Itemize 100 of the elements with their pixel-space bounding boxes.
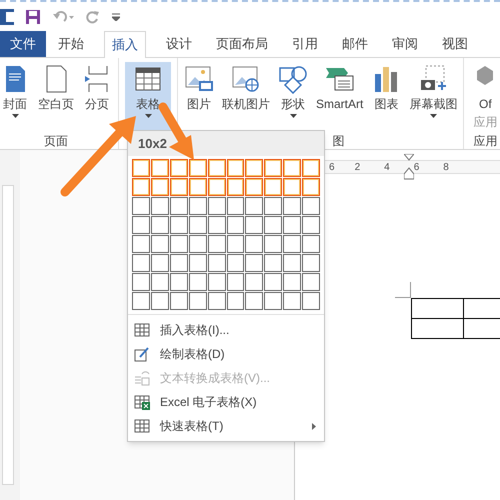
grid-cell[interactable] (245, 178, 264, 196)
ribbon-tab[interactable]: 审阅 (380, 31, 430, 57)
grid-cell[interactable] (245, 216, 264, 234)
grid-cell[interactable] (150, 178, 169, 196)
grid-cell[interactable] (170, 254, 188, 272)
grid-cell[interactable] (208, 254, 226, 272)
grid-cell[interactable] (150, 159, 169, 177)
grid-cell[interactable] (283, 178, 302, 196)
grid-cell[interactable] (170, 197, 188, 215)
grid-cell[interactable] (226, 159, 244, 177)
grid-cell[interactable] (226, 292, 244, 310)
grid-cell[interactable] (188, 178, 207, 196)
grid-cell[interactable] (302, 159, 320, 177)
grid-cell[interactable] (245, 273, 264, 291)
grid-cell[interactable] (245, 292, 264, 310)
grid-cell[interactable] (150, 273, 169, 291)
grid-cell[interactable] (208, 197, 226, 215)
grid-cell[interactable] (283, 235, 302, 253)
grid-cell[interactable] (302, 235, 320, 253)
menu-item[interactable]: 插入表格(I)... (128, 318, 324, 342)
grid-cell[interactable] (264, 178, 282, 196)
grid-cell[interactable] (132, 178, 150, 196)
grid-cell[interactable] (208, 292, 226, 310)
grid-cell[interactable] (208, 178, 226, 196)
grid-cell[interactable] (302, 178, 320, 196)
grid-cell[interactable] (132, 197, 150, 215)
ribbon-tab[interactable]: 引用 (280, 31, 330, 57)
grid-cell[interactable] (264, 235, 282, 253)
grid-cell[interactable] (283, 292, 302, 310)
grid-cell[interactable] (170, 216, 188, 234)
grid-cell[interactable] (188, 216, 207, 234)
grid-cell[interactable] (245, 159, 264, 177)
grid-cell[interactable] (150, 292, 169, 310)
grid-cell[interactable] (226, 197, 244, 215)
grid-cell[interactable] (264, 273, 282, 291)
grid-cell[interactable] (132, 292, 150, 310)
grid-cell[interactable] (208, 159, 226, 177)
grid-cell[interactable] (283, 159, 302, 177)
grid-cell[interactable] (264, 159, 282, 177)
ribbon-tab[interactable]: 插入 (104, 31, 146, 58)
ribbon-button[interactable]: Of 应用 (466, 62, 500, 132)
grid-cell[interactable] (208, 273, 226, 291)
grid-cell[interactable] (188, 235, 207, 253)
grid-cell[interactable] (226, 235, 244, 253)
grid-cell[interactable] (188, 273, 207, 291)
ribbon-button[interactable]: 分页 (78, 62, 116, 132)
grid-cell[interactable] (150, 254, 169, 272)
menu-item[interactable]: 快速表格(T) (128, 414, 324, 438)
grid-cell[interactable] (132, 235, 150, 253)
grid-cell[interactable] (208, 216, 226, 234)
grid-cell[interactable] (264, 216, 282, 234)
grid-cell[interactable] (132, 254, 150, 272)
grid-cell[interactable] (132, 159, 150, 177)
ribbon-tab[interactable]: 设计 (154, 31, 204, 57)
grid-cell[interactable] (170, 273, 188, 291)
grid-cell[interactable] (208, 235, 226, 253)
ribbon-button[interactable]: 图片 (180, 62, 218, 132)
ribbon-button[interactable]: 封面 (0, 62, 34, 132)
ribbon-tab[interactable]: 邮件 (330, 31, 380, 57)
grid-cell[interactable] (283, 216, 302, 234)
grid-cell[interactable] (283, 273, 302, 291)
ribbon-tab[interactable]: 开始 (46, 31, 96, 57)
grid-cell[interactable] (264, 197, 282, 215)
grid-cell[interactable] (170, 292, 188, 310)
grid-cell[interactable] (188, 159, 207, 177)
grid-cell[interactable] (302, 273, 320, 291)
file-tab[interactable]: 文件 (0, 31, 46, 57)
grid-cell[interactable] (188, 292, 207, 310)
grid-cell[interactable] (283, 254, 302, 272)
grid-cell[interactable] (302, 197, 320, 215)
grid-cell[interactable] (150, 216, 169, 234)
grid-cell[interactable] (150, 197, 169, 215)
grid-cell[interactable] (188, 197, 207, 215)
menu-item[interactable]: Excel 电子表格(X) (128, 390, 324, 414)
ribbon-button[interactable]: 图表 (367, 62, 406, 132)
ribbon-tab[interactable]: 视图 (430, 31, 480, 57)
grid-cell[interactable] (170, 235, 188, 253)
grid-cell[interactable] (226, 273, 244, 291)
grid-cell[interactable] (226, 178, 244, 196)
ribbon-button[interactable]: 空白页 (34, 62, 78, 132)
ribbon-button[interactable]: 联机图片 (218, 62, 274, 132)
save-icon[interactable] (26, 10, 40, 24)
ribbon-button[interactable]: 屏幕截图 (405, 62, 462, 132)
ribbon-button[interactable]: SmartArt (312, 62, 368, 132)
grid-cell[interactable] (188, 254, 207, 272)
grid-cell[interactable] (226, 216, 244, 234)
grid-cell[interactable] (150, 235, 169, 253)
grid-cell[interactable] (132, 216, 150, 234)
grid-cell[interactable] (264, 292, 282, 310)
grid-cell[interactable] (245, 254, 264, 272)
ribbon-button[interactable]: 形状 (274, 62, 312, 132)
grid-cell[interactable] (302, 216, 320, 234)
grid-cell[interactable] (302, 292, 320, 310)
grid-cell[interactable] (264, 254, 282, 272)
ribbon-tab[interactable]: 页面布局 (204, 31, 280, 57)
grid-cell[interactable] (283, 197, 302, 215)
grid-cell[interactable] (170, 178, 188, 196)
grid-cell[interactable] (245, 235, 264, 253)
customize-caret-icon[interactable] (112, 13, 120, 21)
menu-item[interactable]: 绘制表格(D) (128, 342, 324, 366)
